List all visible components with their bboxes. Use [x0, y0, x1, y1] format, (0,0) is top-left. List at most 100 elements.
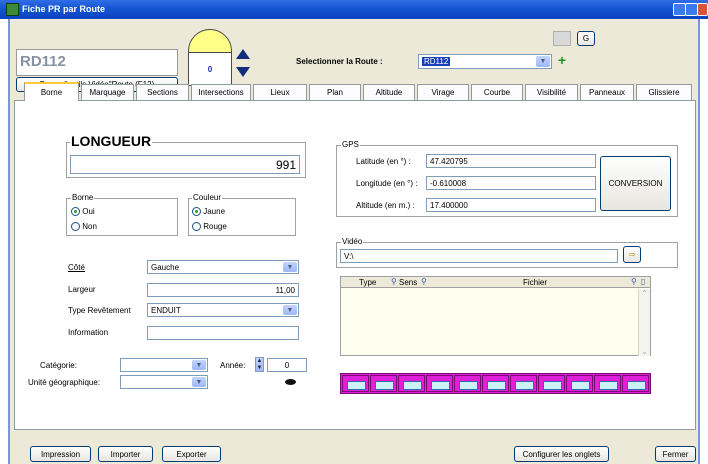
tab-intersections[interactable]: Intersections	[191, 84, 251, 100]
couleur-jaune-option[interactable]: Jaune	[192, 207, 225, 217]
borne-group-label: Borne	[71, 193, 95, 202]
film-frame[interactable]	[482, 375, 509, 392]
film-frame[interactable]	[342, 375, 369, 392]
revetement-select[interactable]: ENDUIT ▼	[147, 303, 299, 317]
gps-group-label: GPS	[341, 140, 360, 149]
tab-sections[interactable]: Sections	[136, 84, 189, 100]
largeur-label: Largeur	[68, 285, 96, 294]
cote-value: Gauche	[151, 262, 180, 272]
tab-visibilite[interactable]: Visibilité	[525, 84, 578, 100]
conversion-button[interactable]: CONVERSION	[600, 156, 671, 211]
counter-gauge: 0	[188, 29, 232, 86]
configurer-onglets-button[interactable]: Configurer les onglets	[514, 446, 609, 462]
counter-up-arrow-icon[interactable]	[236, 49, 250, 59]
browse-folder-icon[interactable]: ⇨	[623, 246, 641, 263]
film-frame[interactable]	[510, 375, 537, 392]
radio-unchecked-icon[interactable]	[192, 222, 201, 232]
tab-marquage[interactable]: Marquage	[81, 84, 134, 100]
tab-borne[interactable]: Borne	[24, 82, 79, 101]
couleur-rouge-option[interactable]: Rouge	[192, 222, 227, 232]
information-field[interactable]	[147, 326, 299, 340]
g-button[interactable]: G	[577, 31, 595, 46]
revetement-value: ENDUIT	[151, 305, 181, 315]
search-icon[interactable]: ⚲	[391, 277, 397, 286]
annee-label: Année:	[220, 361, 246, 370]
chevron-down-icon[interactable]: ▼	[192, 377, 206, 387]
annee-field[interactable]: 0	[267, 358, 307, 372]
route-select-value: RD112	[422, 57, 451, 66]
tab-altitude[interactable]: Altitude	[363, 84, 415, 100]
film-frame[interactable]	[370, 375, 397, 392]
cote-select[interactable]: Gauche ▼	[147, 260, 299, 274]
tab-glissiere[interactable]: Glissiere	[636, 84, 692, 100]
longitude-label: Longitude (en °) :	[356, 179, 418, 188]
radio-checked-icon[interactable]	[71, 207, 80, 217]
window-title: Fiche PR par Route	[22, 4, 106, 14]
radio-checked-icon[interactable]	[192, 207, 201, 217]
annee-spinner-icon[interactable]: ▲ ▼	[255, 357, 264, 372]
delete-icon[interactable]: ▯	[641, 277, 645, 286]
eye-icon[interactable]	[285, 379, 296, 385]
search-icon[interactable]: ⚲	[631, 277, 637, 286]
chevron-down-icon[interactable]: ▼	[283, 305, 297, 315]
exporter-button[interactable]: Exporter	[162, 446, 221, 462]
disabled-tool-icon[interactable]	[553, 31, 571, 46]
tab-courbe[interactable]: Courbe	[471, 84, 523, 100]
counter-down-arrow-icon[interactable]	[236, 67, 250, 77]
close-icon[interactable]	[697, 3, 708, 16]
largeur-field[interactable]: 11,00	[147, 283, 299, 297]
radio-unchecked-icon[interactable]	[71, 222, 80, 232]
film-frame[interactable]	[454, 375, 481, 392]
tab-lieux[interactable]: Lieux	[253, 84, 307, 100]
film-frame[interactable]	[538, 375, 565, 392]
counter-value: 0	[188, 52, 232, 86]
scroll-down-icon[interactable]: ⌄	[639, 348, 650, 356]
col-type[interactable]: Type	[359, 278, 376, 287]
latitude-label: Latitude (en °) :	[356, 157, 411, 166]
latitude-field[interactable]: 47.420795	[426, 154, 596, 168]
fermer-button[interactable]: Fermer	[655, 446, 696, 462]
video-file-list[interactable]: Type ⚲ Sens ⚲ Fichier ⚲ ▯ ⌃ ⌄	[340, 276, 651, 356]
longueur-field[interactable]: 991	[70, 155, 300, 174]
search-icon[interactable]: ⚲	[421, 277, 427, 286]
tab-virage[interactable]: Virage	[417, 84, 469, 100]
unite-select[interactable]: ▼	[120, 375, 208, 389]
col-sens[interactable]: Sens	[399, 278, 417, 287]
film-frame[interactable]	[622, 375, 649, 392]
col-fichier[interactable]: Fichier	[523, 278, 547, 287]
altitude-label: Altitude (en m.) :	[356, 201, 415, 210]
couleur-group-label: Couleur	[192, 193, 223, 202]
borne-non-option[interactable]: Non	[71, 222, 97, 232]
chevron-down-icon[interactable]: ▼	[192, 360, 206, 370]
scroll-up-icon[interactable]: ⌃	[639, 289, 650, 297]
app-icon	[6, 3, 19, 16]
unite-label: Unité géographique:	[28, 378, 101, 387]
information-label: Information	[68, 328, 109, 337]
film-frame[interactable]	[426, 375, 453, 392]
tab-panneaux[interactable]: Panneaux	[580, 84, 634, 100]
video-list-scrollbar[interactable]: ⌃ ⌄	[638, 289, 650, 356]
impression-button[interactable]: Impression	[30, 446, 91, 462]
longueur-label: LONGUEUR	[70, 133, 153, 149]
categorie-select[interactable]: ▼	[120, 358, 208, 372]
importer-button[interactable]: Importer	[98, 446, 153, 462]
film-frame[interactable]	[594, 375, 621, 392]
video-path-field[interactable]: V:\	[340, 249, 618, 263]
borne-oui-option[interactable]: Oui	[71, 207, 95, 217]
revetement-label: Type Revêtement	[68, 306, 131, 315]
chevron-down-icon[interactable]: ▼	[536, 56, 550, 67]
add-route-icon[interactable]: +	[555, 53, 569, 67]
chevron-down-icon[interactable]: ▼	[283, 262, 297, 272]
longitude-field[interactable]: -0.610008	[426, 176, 596, 190]
video-group-label: Vidéo	[341, 237, 364, 246]
select-route-label: Selectionner la Route :	[296, 57, 383, 66]
film-frame[interactable]	[566, 375, 593, 392]
film-frame[interactable]	[398, 375, 425, 392]
altitude-field[interactable]: 17.400000	[426, 198, 596, 212]
route-select[interactable]: RD112 ▼	[418, 54, 552, 69]
tab-plan[interactable]: Plan	[309, 84, 361, 100]
video-list-header: Type ⚲ Sens ⚲ Fichier ⚲ ▯	[341, 277, 650, 288]
route-code-display: RD112	[16, 49, 178, 76]
cote-label: Côté	[68, 263, 85, 272]
categorie-label: Catégorie:	[40, 361, 77, 370]
